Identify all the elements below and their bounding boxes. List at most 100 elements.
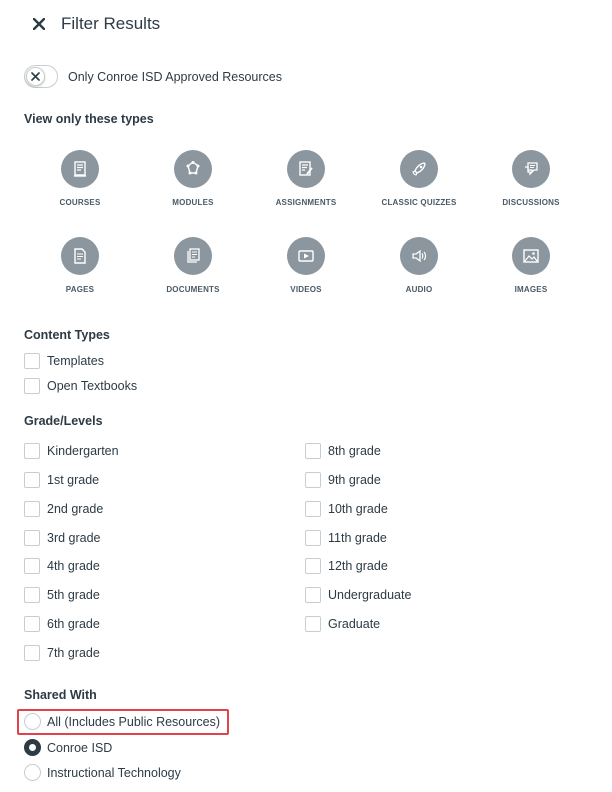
type-label: IMAGES — [514, 285, 548, 294]
courses-icon — [61, 150, 99, 188]
radio-button-selected[interactable] — [24, 739, 41, 756]
checkbox-label: 11th grade — [328, 531, 387, 545]
checkbox-label: 10th grade — [328, 502, 388, 516]
checkbox[interactable] — [305, 616, 321, 632]
type-label: VIDEOS — [290, 285, 322, 294]
type-discussions[interactable]: DISCUSSIONS — [476, 150, 586, 207]
documents-icon — [174, 237, 212, 275]
type-assignments[interactable]: ASSIGNMENTS — [251, 150, 361, 207]
checkbox[interactable] — [24, 616, 40, 632]
checkbox-9th-grade[interactable]: 9th grade — [305, 472, 381, 488]
type-label: COURSES — [59, 198, 101, 207]
toggle-knob — [26, 67, 45, 86]
checkbox-label: 7th grade — [47, 646, 100, 660]
checkbox-label: 12th grade — [328, 559, 388, 573]
checkbox-kindergarten[interactable]: Kindergarten — [24, 443, 119, 459]
checkbox[interactable] — [305, 443, 321, 459]
checkbox[interactable] — [305, 587, 321, 603]
type-pages[interactable]: PAGES — [25, 237, 135, 294]
type-audio[interactable]: AUDIO — [364, 237, 474, 294]
radio-label: Conroe ISD — [47, 740, 113, 755]
checkbox-label: 4th grade — [47, 559, 100, 573]
radio-button[interactable] — [24, 713, 41, 730]
close-icon[interactable] — [30, 15, 48, 33]
checkbox-8th-grade[interactable]: 8th grade — [305, 443, 381, 459]
checkbox-12th-grade[interactable]: 12th grade — [305, 558, 388, 574]
checkbox-label: 5th grade — [47, 588, 100, 602]
checkbox[interactable] — [24, 472, 40, 488]
checkbox-4th-grade[interactable]: 4th grade — [24, 558, 100, 574]
type-label: DISCUSSIONS — [502, 198, 560, 207]
pages-icon — [61, 237, 99, 275]
panel-title: Filter Results — [61, 14, 161, 33]
checkbox-label: Kindergarten — [47, 444, 119, 458]
rocket-icon — [400, 150, 438, 188]
checkbox-label: Undergraduate — [328, 588, 412, 602]
shared-with-heading: Shared With — [24, 688, 97, 702]
checkbox-undergraduate[interactable]: Undergraduate — [305, 587, 411, 603]
checkbox-2nd-grade[interactable]: 2nd grade — [24, 501, 103, 517]
radio-button[interactable] — [24, 764, 41, 781]
type-documents[interactable]: DOCUMENTS — [138, 237, 248, 294]
approved-resources-toggle-row: Only Conroe ISD Approved Resources — [24, 65, 282, 88]
assignments-icon — [287, 150, 325, 188]
checkbox[interactable] — [24, 443, 40, 459]
type-modules[interactable]: MODULES — [138, 150, 248, 207]
checkbox[interactable] — [24, 378, 40, 394]
checkbox-1st-grade[interactable]: 1st grade — [24, 472, 99, 488]
checkbox-6th-grade[interactable]: 6th grade — [24, 616, 100, 632]
video-icon — [287, 237, 325, 275]
radio-label: All (Includes Public Resources) — [47, 714, 220, 729]
type-label: MODULES — [172, 198, 214, 207]
checkbox[interactable] — [24, 530, 40, 546]
checkbox-5th-grade[interactable]: 5th grade — [24, 587, 100, 603]
checkbox-3rd-grade[interactable]: 3rd grade — [24, 530, 101, 546]
checkbox[interactable] — [24, 501, 40, 517]
type-label: CLASSIC QUIZZES — [381, 198, 457, 207]
toggle-off-x-icon — [31, 72, 40, 81]
audio-icon — [400, 237, 438, 275]
checkbox-label: 2nd grade — [47, 502, 104, 516]
type-label: DOCUMENTS — [166, 285, 220, 294]
checkbox-11th-grade[interactable]: 11th grade — [305, 530, 387, 546]
type-courses[interactable]: COURSES — [25, 150, 135, 207]
checkbox[interactable] — [305, 472, 321, 488]
checkbox-label: 6th grade — [47, 617, 100, 631]
checkbox-label: 9th grade — [328, 473, 381, 487]
checkbox[interactable] — [305, 558, 321, 574]
checkbox[interactable] — [305, 530, 321, 546]
radio-all-public[interactable]: All (Includes Public Resources) — [24, 713, 220, 730]
modules-icon — [174, 150, 212, 188]
image-icon — [512, 237, 550, 275]
filter-panel: Filter Results Only Conroe ISD Approved … — [0, 0, 612, 792]
checkbox-label: 3rd grade — [47, 531, 101, 545]
checkbox[interactable] — [24, 587, 40, 603]
radio-conroe-isd[interactable]: Conroe ISD — [24, 739, 112, 756]
checkbox[interactable] — [24, 353, 40, 369]
grade-levels-heading: Grade/Levels — [24, 414, 103, 428]
discussions-icon — [512, 150, 550, 188]
types-heading: View only these types — [24, 112, 154, 126]
checkbox-7th-grade[interactable]: 7th grade — [24, 645, 100, 661]
radio-label: Instructional Technology — [47, 765, 181, 780]
toggle-label: Only Conroe ISD Approved Resources — [68, 69, 282, 84]
checkbox-graduate[interactable]: Graduate — [305, 616, 380, 632]
checkbox[interactable] — [305, 501, 321, 517]
checkbox-label: Open Textbooks — [47, 379, 138, 393]
type-images[interactable]: IMAGES — [476, 237, 586, 294]
type-videos[interactable]: VIDEOS — [251, 237, 361, 294]
checkbox-label: 1st grade — [47, 473, 100, 487]
checkbox-10th-grade[interactable]: 10th grade — [305, 501, 388, 517]
type-label: AUDIO — [405, 285, 433, 294]
type-label: ASSIGNMENTS — [275, 198, 337, 207]
checkbox-label: Templates — [47, 354, 104, 368]
checkbox-label: Graduate — [328, 617, 381, 631]
checkbox-open-textbooks[interactable]: Open Textbooks — [24, 378, 137, 394]
checkbox-templates[interactable]: Templates — [24, 353, 104, 369]
checkbox[interactable] — [24, 645, 40, 661]
approved-resources-toggle[interactable] — [24, 65, 58, 88]
checkbox[interactable] — [24, 558, 40, 574]
radio-instructional-technology[interactable]: Instructional Technology — [24, 764, 181, 781]
checkbox-label: 8th grade — [328, 444, 381, 458]
type-classic-quizzes[interactable]: CLASSIC QUIZZES — [364, 150, 474, 207]
